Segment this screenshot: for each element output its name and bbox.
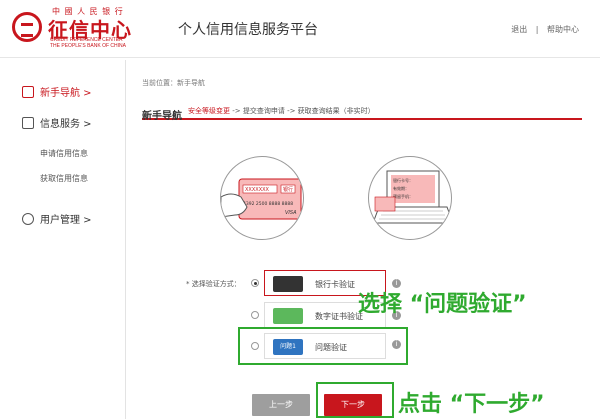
logo-en-line2: THE PEOPLE'S BANK OF CHINA xyxy=(50,43,126,49)
annotation-question-box xyxy=(238,327,408,365)
laptop-form-icon: 银行卡号： 有效期： 预留手机： xyxy=(372,170,451,224)
sidebar-item-label: 用户管理 > xyxy=(40,215,92,226)
annotation-next-box xyxy=(316,382,394,418)
form-line1-text: 银行卡号： xyxy=(393,177,413,183)
sidebar-item-label: 信息服务 > xyxy=(40,119,92,130)
page-title-bar: 新手导航 安全等级变更 -> 提交查询申请 -> 获取查询结果（非实时） xyxy=(142,104,582,122)
document-icon xyxy=(22,117,34,129)
card-bank-text: 银行 xyxy=(283,186,293,193)
radio-bank-card[interactable] xyxy=(251,279,259,287)
bank-card-icon xyxy=(273,276,303,292)
sidebar-item-apply-credit[interactable]: 申请信用信息 xyxy=(40,148,88,159)
sidebar-item-label: 新手导航 > xyxy=(40,88,92,99)
platform-title: 个人信用信息服务平台 xyxy=(178,22,318,38)
digital-cert-icon xyxy=(273,308,303,324)
radio-digital-cert[interactable] xyxy=(251,311,259,319)
card-number-text: 4392 2500 8888 8888 xyxy=(243,201,293,207)
annotation-click-text: 点击 “下一步” xyxy=(398,392,545,417)
sidebar-item-info-service[interactable]: 信息服务 > xyxy=(22,115,92,130)
step-rest: -> 提交查询申请 -> 获取查询结果（非实时） xyxy=(230,107,375,115)
card-brand-text: VISA xyxy=(285,210,297,216)
annotation-choose-text: 选择 “问题验证” xyxy=(358,292,527,317)
card-hand-icon: XXXXXXX 银行 4392 2500 8888 8888 VISA xyxy=(221,178,302,220)
step-current: 安全等级变更 xyxy=(188,107,230,115)
breadcrumb: 当前位置：新手导航 xyxy=(142,79,205,87)
form-line2-text: 有效期： xyxy=(393,185,409,191)
sidebar-item-guide[interactable]: 新手导航 > xyxy=(22,84,92,99)
form-line3-text: 预留手机： xyxy=(393,193,413,199)
user-icon xyxy=(22,213,34,225)
sidebar-item-user-manage[interactable]: 用户管理 > xyxy=(22,211,92,226)
page-title: 新手导航 xyxy=(142,111,182,122)
help-center-link[interactable]: 帮助中心 xyxy=(547,25,579,34)
sidebar: 新手导航 > 信息服务 > 申请信用信息 获取信用信息 用户管理 > xyxy=(0,60,126,419)
option-label: 银行卡验证 xyxy=(315,280,355,289)
card-mask-text: XXXXXXX xyxy=(245,187,270,193)
book-icon xyxy=(22,86,34,98)
pboc-logo-icon xyxy=(12,12,42,42)
prev-step-button[interactable]: 上一步 xyxy=(252,394,310,416)
bank-card-illustration: XXXXXXX 银行 4392 2500 8888 8888 VISA xyxy=(220,156,304,240)
header: 中 國 人 民 银 行 征信中心 CREDIT REFERENCE CENTER… xyxy=(0,0,600,58)
verify-method-label: * 选择验证方式： xyxy=(186,280,241,288)
sidebar-item-get-credit[interactable]: 获取信用信息 xyxy=(40,173,88,184)
top-links: 退出 | 帮助中心 xyxy=(508,24,582,35)
laptop-illustration: 银行卡号： 有效期： 预留手机： xyxy=(368,156,452,240)
option-label: 数字证书验证 xyxy=(315,312,363,321)
link-separator: | xyxy=(535,25,539,34)
logout-link[interactable]: 退出 xyxy=(511,25,527,34)
step-indicator: 安全等级变更 -> 提交查询申请 -> 获取查询结果（非实时） xyxy=(188,106,375,116)
